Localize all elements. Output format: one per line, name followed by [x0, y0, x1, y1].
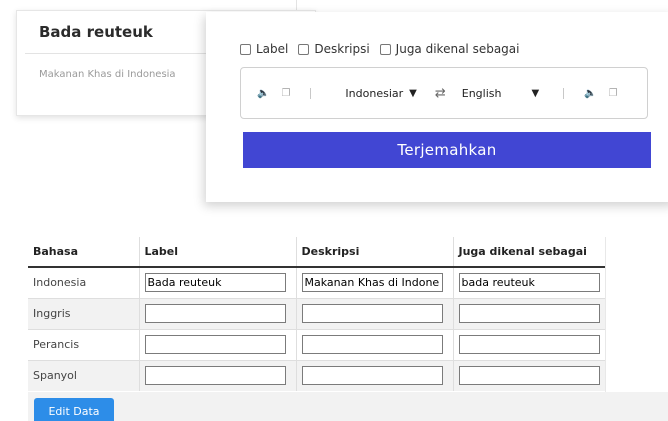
table-row: Perancis	[28, 328, 605, 360]
language-cell: Perancis	[28, 328, 139, 360]
translate-field-options: Label Deskripsi Juga dikenal sebagai	[240, 42, 529, 56]
option-label[interactable]: Label	[240, 42, 288, 56]
option-aliases[interactable]: Juga dikenal sebagai	[379, 42, 520, 56]
description-input[interactable]	[301, 366, 443, 386]
edit-data-button[interactable]: Edit Data	[34, 398, 114, 421]
speaker-icon[interactable]: 🔈	[257, 88, 269, 99]
label-checkbox[interactable]	[240, 43, 251, 55]
target-language-value: English	[461, 86, 502, 100]
label-input[interactable]	[144, 335, 286, 354]
table-header-row: Bahasa Label Deskripsi Juga dikenal seba…	[28, 237, 605, 268]
chevron-down-icon: ▼	[531, 87, 540, 99]
option-label-text: Label	[256, 42, 289, 56]
column-header: Deskripsi	[295, 237, 453, 268]
column-header: Bahasa	[28, 237, 139, 268]
aliases-input[interactable]	[458, 335, 600, 354]
table-edge	[605, 237, 606, 392]
option-aliases-text: Juga dikenal sebagai	[395, 42, 520, 56]
language-cell: Inggris	[28, 297, 139, 329]
entity-title: Bada reuteuk	[39, 23, 153, 41]
label-input[interactable]	[144, 304, 286, 323]
table-row: Inggris	[28, 297, 605, 329]
translate-button[interactable]: Terjemahkan	[243, 132, 651, 168]
label-input[interactable]	[144, 273, 286, 293]
source-language-select[interactable]: Indonesiar ▼	[345, 87, 416, 100]
bar-separator	[310, 87, 312, 99]
language-cell: Indonesia	[28, 266, 139, 298]
table-row: Indonesia	[28, 266, 605, 298]
description-checkbox[interactable]	[298, 43, 310, 55]
label-input[interactable]	[144, 366, 286, 386]
description-input[interactable]	[301, 335, 443, 354]
source-language-value: Indonesiar	[345, 86, 404, 100]
table-row: Spanyol	[28, 359, 605, 391]
description-input[interactable]	[301, 304, 443, 323]
entity-description: Makanan Khas di Indonesia	[39, 69, 176, 80]
table-footer	[28, 392, 668, 421]
swap-arrows-icon[interactable]: ⇄	[435, 86, 446, 101]
aliases-input[interactable]	[458, 366, 600, 386]
aliases-checkbox[interactable]	[379, 43, 391, 55]
bar-separator	[563, 87, 565, 99]
aliases-input[interactable]	[458, 304, 600, 323]
copy-icon[interactable]: ❐	[609, 88, 618, 99]
option-description[interactable]: Deskripsi	[298, 42, 370, 56]
translator-popup: Label Deskripsi Juga dikenal sebagai 🔈 ❐…	[206, 12, 668, 202]
language-bar: 🔈 ❐ Indonesiar ▼ ⇄ English ▼ 🔈 ❐	[240, 67, 648, 119]
option-description-text: Deskripsi	[314, 42, 370, 56]
chevron-down-icon: ▼	[409, 87, 417, 99]
speaker-icon[interactable]: 🔈	[584, 88, 596, 99]
description-input[interactable]	[301, 273, 443, 293]
copy-icon[interactable]: ❐	[281, 88, 290, 99]
translation-table: Bahasa Label Deskripsi Juga dikenal seba…	[28, 237, 605, 391]
target-language-select[interactable]: English ▼	[462, 87, 539, 100]
column-header: Label	[138, 237, 296, 268]
language-cell: Spanyol	[28, 359, 139, 391]
aliases-input[interactable]	[458, 273, 600, 293]
column-header: Juga dikenal sebagai	[452, 237, 605, 268]
